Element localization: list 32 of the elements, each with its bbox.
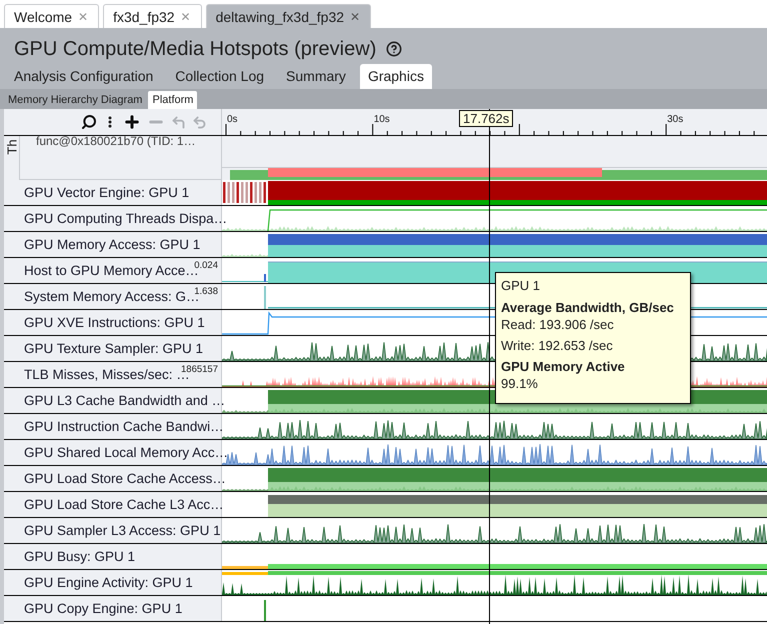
analysis-tab[interactable]: Analysis Configuration (6, 64, 162, 89)
view-tab[interactable]: Platform (148, 91, 198, 109)
tick-label: 30s (667, 114, 684, 125)
tick-label: 0s (227, 114, 238, 125)
analysis-tab[interactable]: Collection Log (167, 64, 272, 89)
analysis-title: GPU Compute/Media Hotspots (preview) (14, 38, 376, 60)
close-icon[interactable]: ✕ (350, 10, 360, 24)
analysis-tab[interactable]: Summary (278, 64, 354, 89)
view-tab[interactable]: Memory Hierarchy Diagram (4, 91, 146, 109)
help-icon[interactable] (386, 41, 402, 57)
document-tab[interactable]: fx3d_fp32 ✕ (103, 4, 202, 28)
analysis-tab[interactable]: Graphics (360, 64, 432, 89)
scale-value: 1865157 (181, 364, 218, 375)
tooltip-value: 99.1% (501, 376, 539, 391)
track-label[interactable]: GPU Shared Local Memory Acc… (24, 445, 228, 460)
tooltip-title: GPU 1 (501, 278, 542, 293)
tooltip-value: Write: 192.653 /sec (501, 338, 614, 353)
track-label[interactable]: GPU L3 Cache Bandwidth and … (24, 393, 226, 408)
tick-label: 10s (374, 114, 390, 125)
search-icon[interactable] (81, 114, 97, 130)
zoom-in-icon[interactable] (123, 113, 141, 131)
group-label: Th (4, 139, 18, 155)
thread-name: func@0x180021b70 (TID: 1… (35, 134, 197, 148)
tooltip-heading: GPU Memory Active (501, 359, 626, 374)
track-label[interactable]: GPU Load Store Cache Access… (24, 471, 226, 486)
tooltip-value: Read: 193.906 /sec (501, 317, 615, 332)
document-tab[interactable]: Welcome ✕ (4, 4, 100, 28)
tooltip-heading: Average Bandwidth, GB/sec (501, 300, 675, 315)
cursor-time: 17.762s (459, 110, 514, 127)
track-label[interactable]: GPU Computing Threads Dispa… (24, 211, 228, 226)
scale-value: 0.024 (194, 260, 218, 271)
document-tab[interactable]: deltawing_fx3d_fp32 ✕ (206, 4, 372, 28)
